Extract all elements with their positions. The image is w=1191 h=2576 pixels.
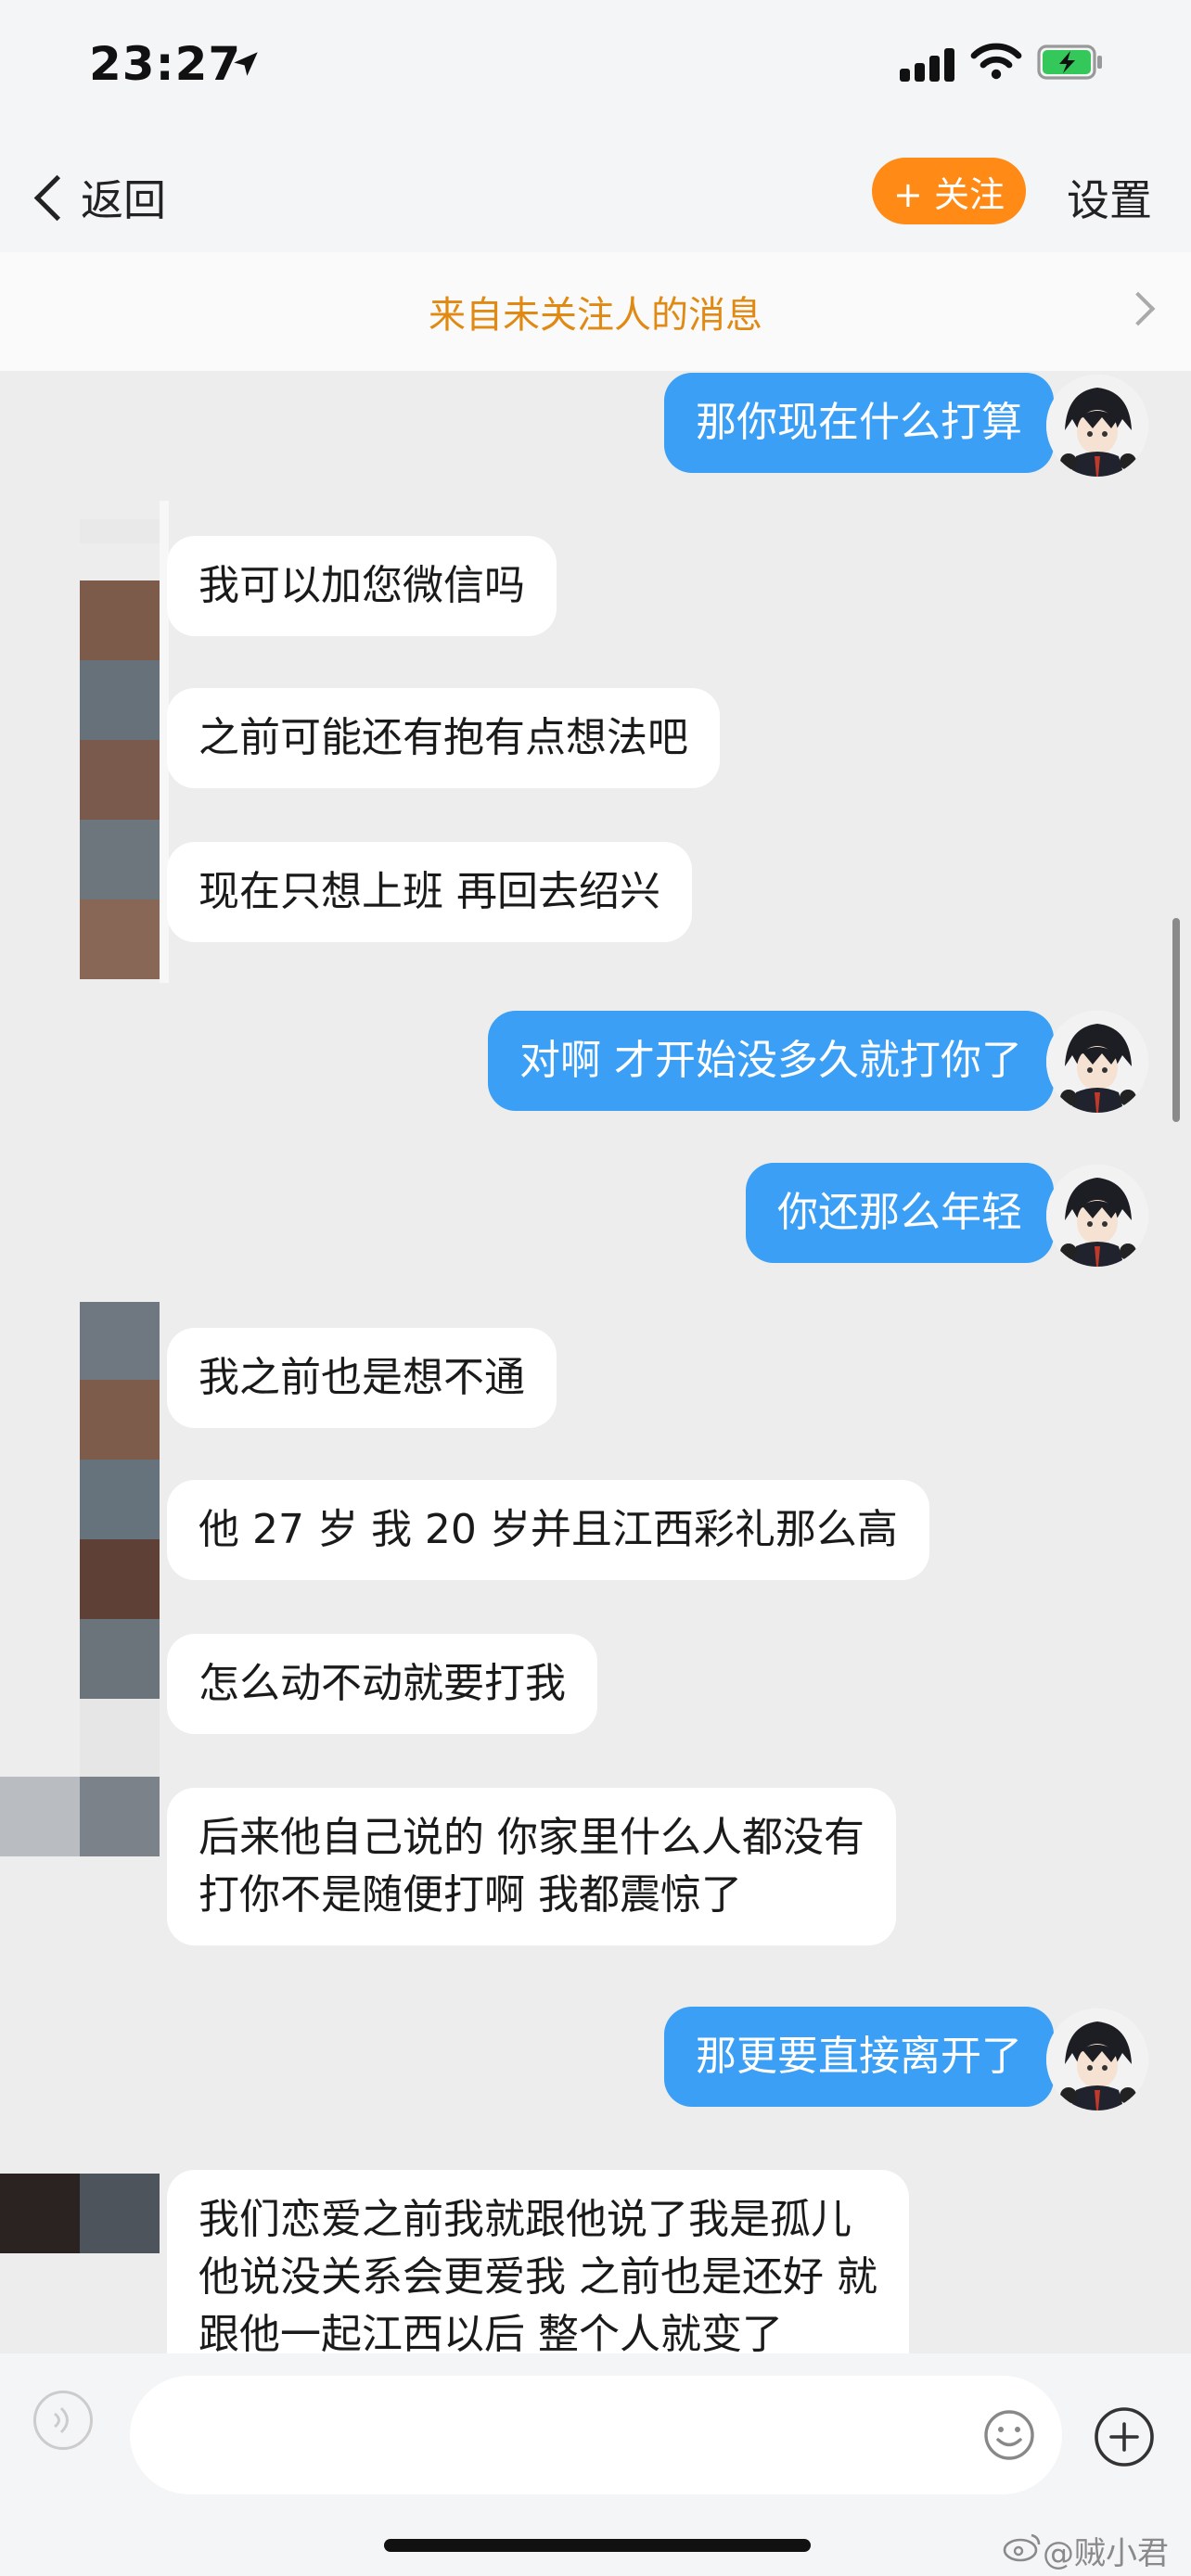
sent-message[interactable]: 对啊 才开始没多久就打你了 — [488, 1011, 1054, 1111]
location-arrow-icon — [234, 52, 258, 76]
chat-header: 返回 + 关注 设置 — [0, 139, 1191, 254]
anime-avatar-icon — [1046, 1011, 1148, 1113]
received-message[interactable]: 怎么动不动就要打我 — [167, 1634, 597, 1734]
signal-icon — [900, 48, 955, 82]
received-message[interactable]: 后来他自己说的 你家里什么人都没有 打你不是随便打啊 我都震惊了 — [167, 1788, 896, 1945]
follow-button[interactable]: + 关注 — [872, 158, 1026, 224]
status-time: 23:27 — [89, 37, 242, 91]
message-line: 后来他自己说的 你家里什么人都没有 — [198, 1814, 864, 1861]
back-button[interactable]: 返回 — [28, 165, 166, 230]
sent-message[interactable]: 那更要直接离开了 — [664, 2007, 1054, 2107]
plus-icon[interactable] — [1093, 2405, 1156, 2468]
emoji-icon[interactable] — [981, 2407, 1037, 2463]
received-message[interactable]: 现在只想上班 再回去绍兴 — [167, 842, 692, 942]
watermark: @贼小君 — [1043, 2535, 1169, 2572]
voice-button[interactable] — [33, 2391, 93, 2450]
status-bar: 23:27 — [0, 0, 1191, 139]
message-line: 打你不是随便打啊 我都震惊了 — [198, 1871, 742, 1919]
blurred-avatar — [0, 1777, 160, 1856]
home-indicator[interactable] — [384, 2539, 811, 2552]
chat-scrollbar[interactable] — [1172, 918, 1180, 1122]
my-avatar[interactable] — [1046, 2009, 1148, 2111]
back-chevron-icon — [33, 174, 81, 221]
received-message[interactable]: 我之前也是想不通 — [167, 1328, 557, 1428]
anime-avatar-icon — [1046, 1165, 1148, 1267]
weibo-icon — [1003, 2533, 1041, 2562]
my-avatar[interactable] — [1046, 1165, 1148, 1267]
voice-icon — [54, 2406, 69, 2434]
message-line: 我们恋爱之前我就跟他说了我是孤儿 — [198, 2196, 852, 2243]
anime-avatar-icon — [1046, 375, 1148, 477]
my-avatar[interactable] — [1046, 1011, 1148, 1113]
received-message[interactable]: 我可以加您微信吗 — [167, 536, 557, 636]
received-message[interactable]: 之前可能还有抱有点想法吧 — [167, 688, 720, 788]
sent-message[interactable]: 那你现在什么打算 — [664, 373, 1054, 473]
notice-text: 来自未关注人的消息 — [429, 294, 762, 337]
sent-message[interactable]: 你还那么年轻 — [746, 1163, 1054, 1263]
wifi-icon — [970, 43, 1022, 80]
back-label: 返回 — [81, 175, 166, 225]
settings-button[interactable]: 设置 — [1067, 167, 1152, 228]
my-avatar[interactable] — [1046, 375, 1148, 477]
blurred-avatar — [80, 1302, 160, 1840]
stranger-message-notice[interactable]: 来自未关注人的消息 — [0, 252, 1191, 371]
battery-charging-icon — [1037, 45, 1102, 80]
blurred-avatar — [0, 2174, 160, 2253]
notice-chevron-icon — [1121, 291, 1156, 326]
blurred-avatar — [80, 519, 160, 983]
anime-avatar-icon — [1046, 2009, 1148, 2111]
message-line: 他说没关系会更爱我 之前也是还好 就 — [198, 2253, 877, 2301]
received-message[interactable]: 他 27 岁 我 20 岁并且江西彩礼那么高 — [167, 1480, 929, 1580]
message-input[interactable] — [130, 2376, 1062, 2494]
